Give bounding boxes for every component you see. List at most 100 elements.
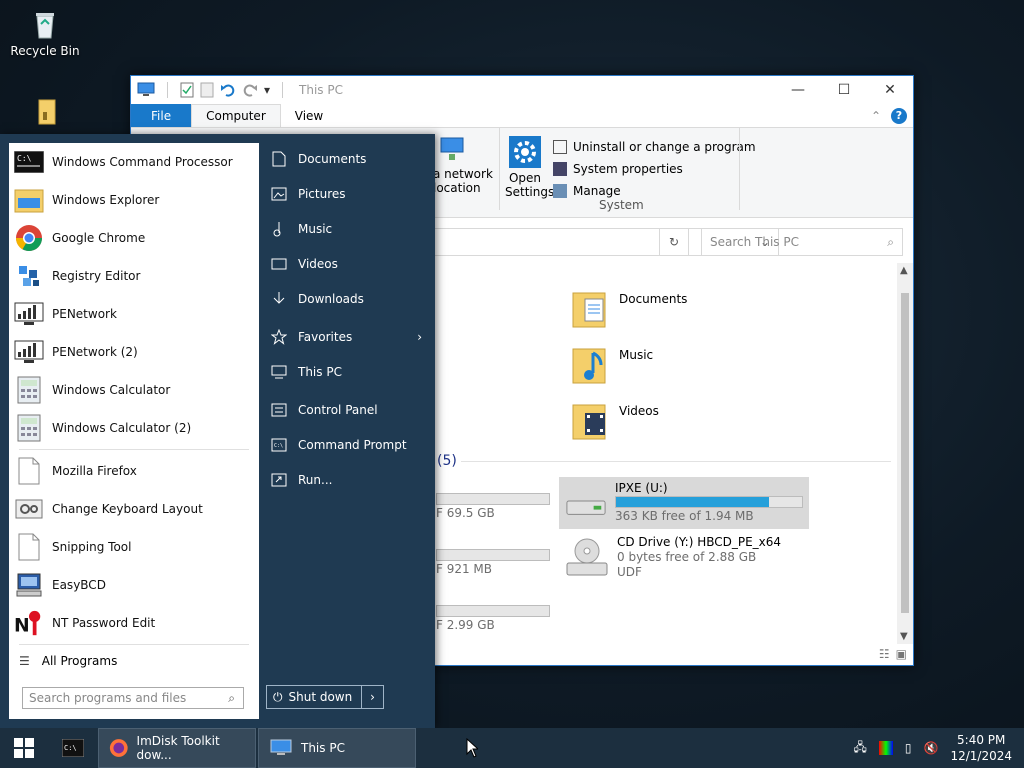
shutdown-options-button[interactable]: › — [361, 686, 383, 708]
folder-music[interactable]: Music — [571, 345, 653, 385]
start-app-nt-password-edit[interactable]: N NT Password Edit — [9, 604, 259, 642]
scroll-down-icon[interactable]: ▼ — [900, 631, 908, 642]
start-place-label: This PC — [298, 365, 342, 379]
svg-text:C:\: C:\ — [274, 443, 283, 449]
taskbar-this-pc[interactable]: This PC — [258, 728, 416, 768]
folder-videos[interactable]: Videos — [571, 401, 659, 441]
start-app-label: Registry Editor — [52, 269, 141, 283]
svg-text:C:\: C:\ — [17, 154, 32, 163]
start-app-windows-calculator-2[interactable]: Windows Calculator (2) — [9, 409, 259, 447]
download-icon — [270, 291, 288, 307]
network-location-icon — [440, 137, 464, 160]
system-properties-button[interactable]: System properties — [553, 158, 756, 180]
minimize-button[interactable]: — — [775, 76, 821, 104]
start-app-google-chrome[interactable]: Google Chrome — [9, 219, 259, 257]
drive-ipxe[interactable]: IPXE (U:) 363 KB free of 1.94 MB — [559, 477, 809, 529]
scroll-thumb[interactable] — [901, 293, 909, 613]
drive-left-3[interactable]: F 2.99 GB — [436, 605, 550, 632]
usb-tray-icon[interactable]: ▯ — [905, 741, 912, 755]
start-app-windows-explorer[interactable]: Windows Explorer — [9, 181, 259, 219]
start-place-downloads[interactable]: Downloads — [270, 285, 430, 313]
start-app-penetwork-2[interactable]: PENetwork (2) — [9, 333, 259, 371]
star-icon — [270, 329, 288, 345]
cmd-icon: C:\ — [14, 147, 44, 177]
taskbar-firefox[interactable]: ImDisk Toolkit dow... — [98, 728, 256, 768]
start-place-label: Music — [298, 222, 333, 236]
desktop-recycle-bin[interactable]: Recycle Bin — [7, 8, 83, 58]
drive-left-2[interactable]: F 921 MB — [436, 549, 550, 576]
start-place-run[interactable]: Run... — [270, 466, 430, 494]
settings-gear-icon — [509, 136, 541, 168]
start-place-documents[interactable]: Documents — [270, 145, 430, 173]
search-placeholder: Search This PC — [710, 235, 799, 249]
start-place-this-pc[interactable]: This PC — [270, 358, 430, 386]
network-tray-icon[interactable]: 🖧 — [854, 738, 867, 759]
section-divider — [461, 461, 891, 462]
start-place-favorites[interactable]: Favorites › — [270, 323, 430, 351]
start-place-pictures[interactable]: Pictures — [270, 180, 430, 208]
mouse-cursor-icon — [466, 738, 478, 758]
start-app-change-keyboard-layout[interactable]: Change Keyboard Layout — [9, 490, 259, 528]
desktop-folder[interactable] — [7, 96, 83, 132]
start-app-label: Change Keyboard Layout — [52, 502, 203, 516]
new-folder-icon[interactable] — [200, 82, 214, 98]
clock[interactable]: 5:40 PM 12/1/2024 — [950, 732, 1012, 764]
start-place-label: Command Prompt — [298, 438, 407, 452]
collapse-ribbon-icon[interactable]: ⌃ — [871, 109, 881, 123]
explorer-icon — [14, 185, 44, 215]
shutdown-button[interactable]: ⏻ Shut down › — [266, 685, 384, 709]
folder-documents[interactable]: Documents — [571, 289, 687, 329]
help-icon[interactable]: ? — [891, 107, 907, 124]
drive-cd[interactable]: CD Drive (Y:) HBCD_PE_x64 0 bytes free o… — [565, 535, 781, 579]
vertical-scrollbar[interactable]: ▲ ▼ — [897, 263, 913, 644]
open-settings-button[interactable]: Open Settings — [505, 136, 554, 199]
start-place-label: Downloads — [298, 292, 364, 306]
undo-icon[interactable] — [220, 82, 236, 98]
start-app-mozilla-firefox[interactable]: Mozilla Firefox — [9, 452, 259, 490]
scroll-up-icon[interactable]: ▲ — [900, 265, 908, 276]
details-view-icon[interactable]: ☷ — [879, 647, 890, 661]
network-label-1: a network — [433, 167, 493, 181]
search-box[interactable]: Search This PC ⌕ — [701, 228, 903, 256]
redo-icon[interactable] — [242, 82, 258, 98]
large-icons-view-icon[interactable]: ▣ — [896, 647, 907, 661]
start-place-command-prompt[interactable]: C:\ Command Prompt — [270, 431, 430, 459]
drive-left-1[interactable]: F 69.5 GB — [436, 493, 550, 520]
drive-ipxe-meta: 363 KB free of 1.94 MB — [615, 509, 754, 523]
uninstall-program-button[interactable]: Uninstall or change a program — [553, 136, 756, 158]
start-app-label: Windows Calculator — [52, 383, 171, 397]
start-app-windows-command-processor[interactable]: C:\ Windows Command Processor — [9, 143, 259, 181]
close-button[interactable]: ✕ — [867, 76, 913, 104]
explorer-titlebar: ▾ This PC — ☐ ✕ — [131, 76, 913, 104]
tab-file[interactable]: File — [131, 104, 192, 127]
computer-icon — [137, 82, 155, 96]
tab-computer[interactable]: Computer — [191, 104, 281, 127]
start-search-input[interactable]: Search programs and files ⌕ — [22, 687, 244, 709]
start-app-registry-editor[interactable]: Registry Editor — [9, 257, 259, 295]
volume-muted-icon[interactable]: 🔇 — [924, 741, 939, 755]
taskbar-cmd[interactable]: C:\ — [48, 728, 98, 768]
calculator-icon — [14, 413, 44, 443]
chrome-icon — [14, 223, 44, 253]
start-place-music[interactable]: Music — [270, 215, 430, 243]
ribbon-tabs: File Computer View ⌃ ? — [131, 104, 913, 128]
quick-access-dropdown[interactable]: ▾ — [264, 83, 270, 97]
svg-text:C:\: C:\ — [64, 744, 77, 752]
start-button[interactable] — [0, 728, 48, 768]
start-app-snipping-tool[interactable]: Snipping Tool — [9, 528, 259, 566]
manage-button[interactable]: Manage — [553, 180, 756, 202]
usb-drive-icon — [566, 500, 606, 515]
start-app-easybcd[interactable]: EasyBCD — [9, 566, 259, 604]
start-app-penetwork[interactable]: PENetwork — [9, 295, 259, 333]
all-programs-button[interactable]: ☰ All Programs — [9, 647, 259, 675]
color-tray-icon[interactable] — [878, 741, 893, 755]
properties-icon[interactable] — [180, 82, 194, 98]
maximize-button[interactable]: ☐ — [821, 76, 867, 104]
tab-view[interactable]: View — [281, 104, 337, 127]
start-place-label: Run... — [298, 473, 333, 487]
add-network-location-button[interactable]: a network location — [433, 136, 493, 195]
start-place-videos[interactable]: Videos — [270, 250, 430, 278]
refresh-button[interactable]: ↻ — [659, 228, 689, 256]
start-app-windows-calculator[interactable]: Windows Calculator — [9, 371, 259, 409]
start-place-control-panel[interactable]: Control Panel — [270, 396, 430, 424]
